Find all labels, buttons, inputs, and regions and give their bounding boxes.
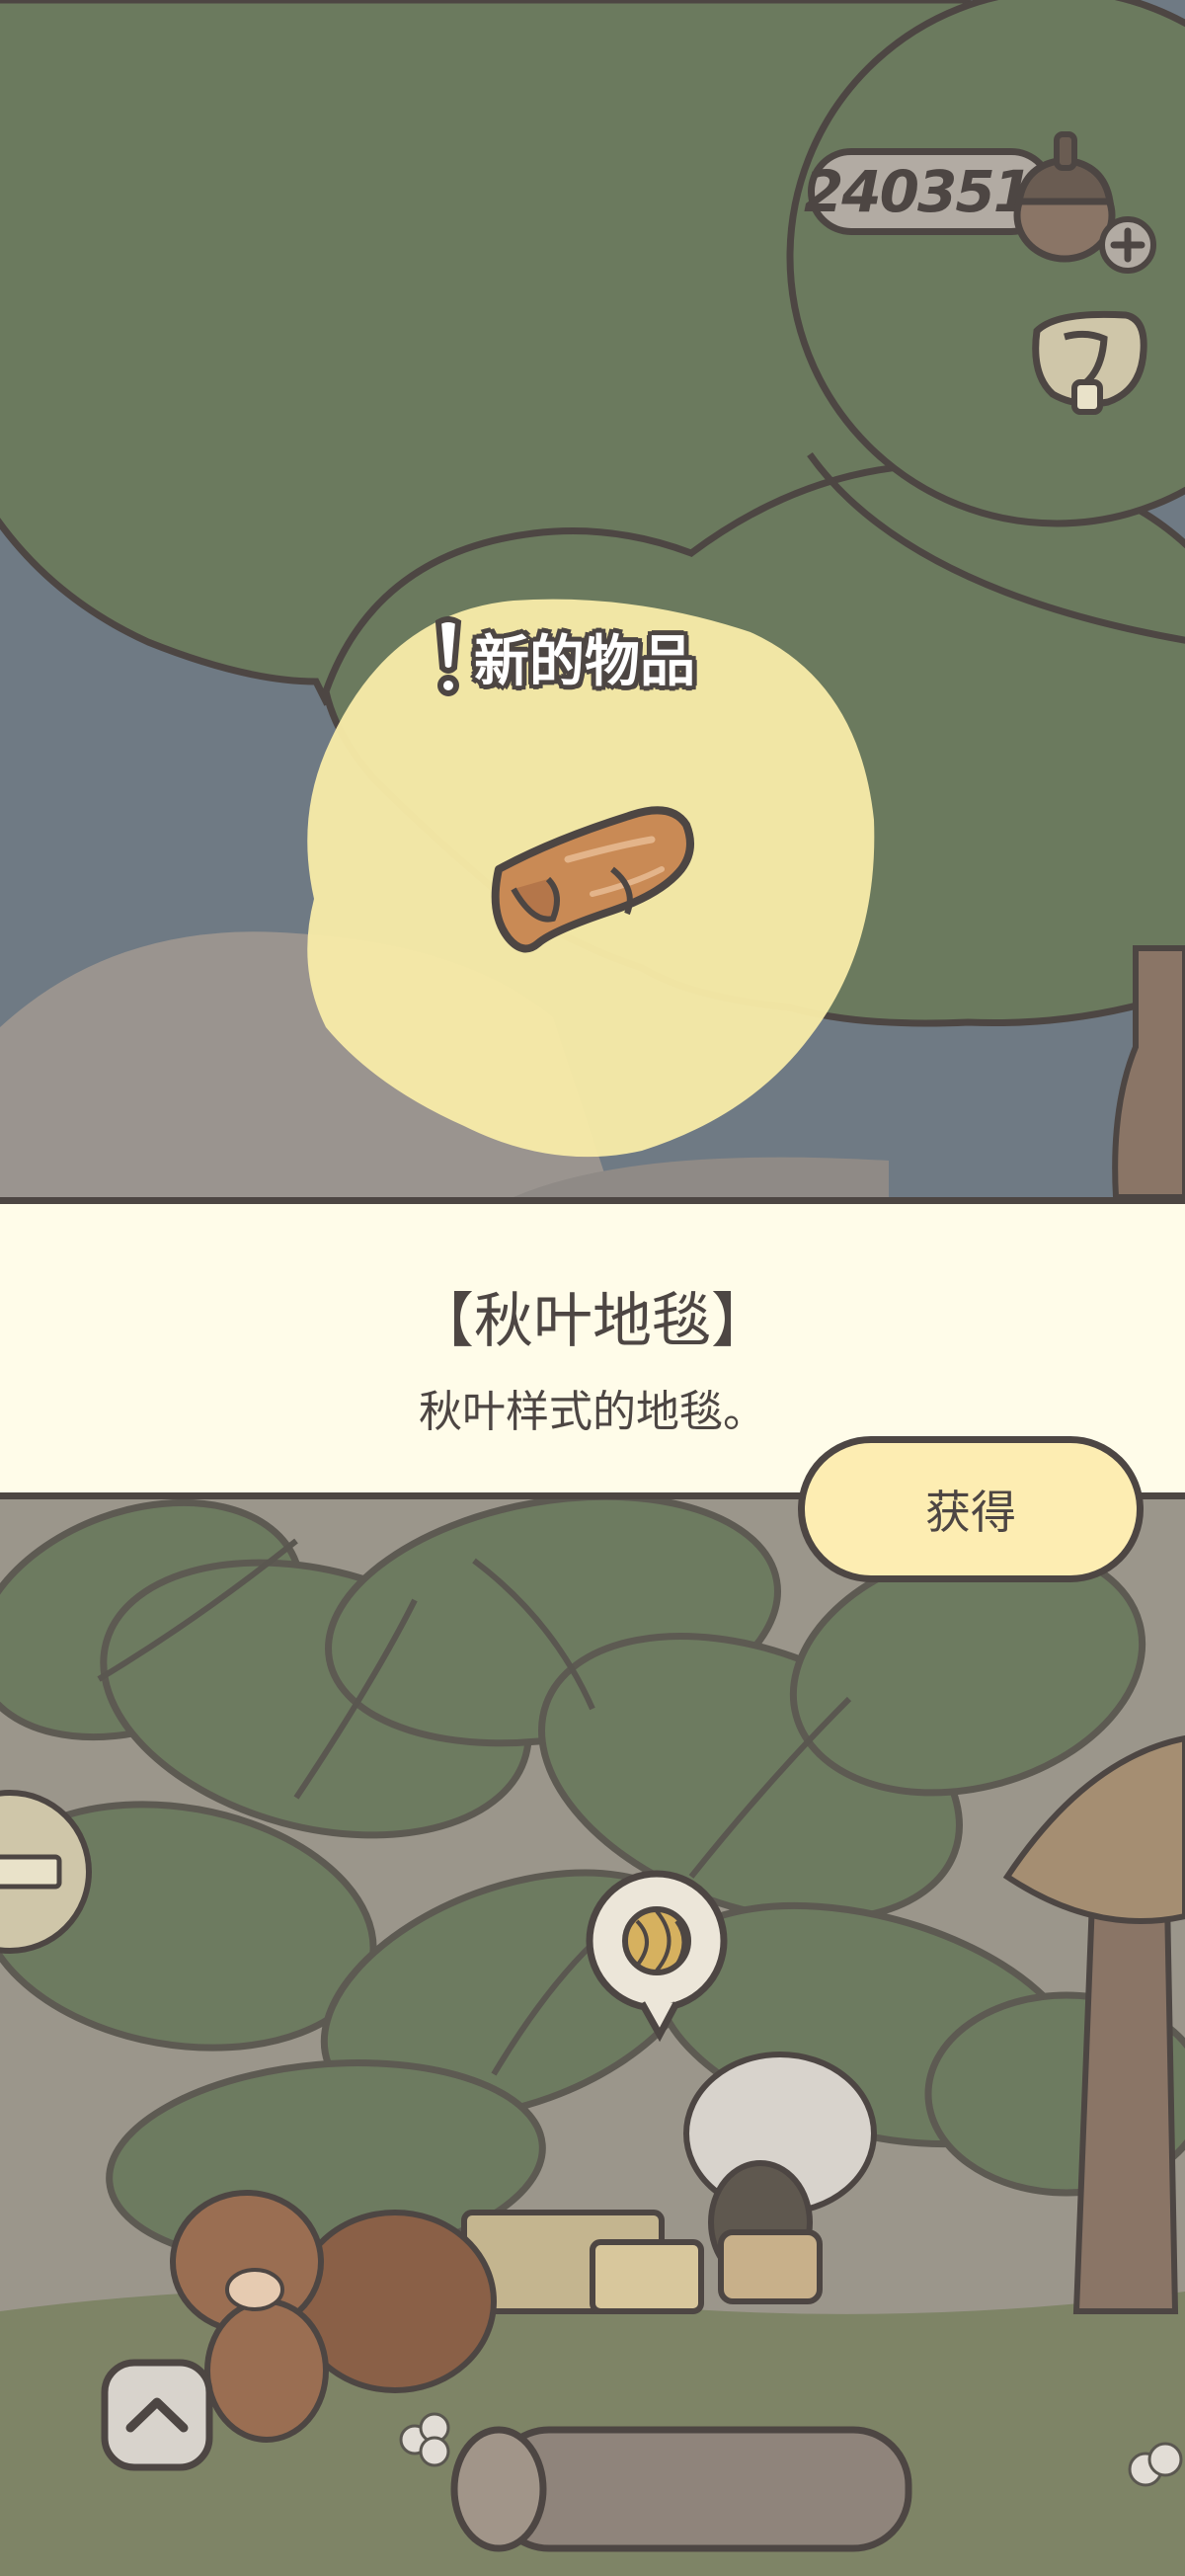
gift-wrap-icon[interactable] [1017,291,1165,430]
item-title: 【秋叶地毯】 [415,1287,770,1356]
obtain-button[interactable]: 获得 [798,1436,1144,1582]
plus-icon[interactable] [1098,215,1157,275]
new-item-label: 新的物品 [474,629,695,694]
new-item-banner: 新的物品 [431,612,695,701]
exclamation-icon [434,616,462,696]
item-description: 秋叶样式的地毯。 [419,1387,766,1437]
chevron-up-icon[interactable] [99,2357,215,2473]
